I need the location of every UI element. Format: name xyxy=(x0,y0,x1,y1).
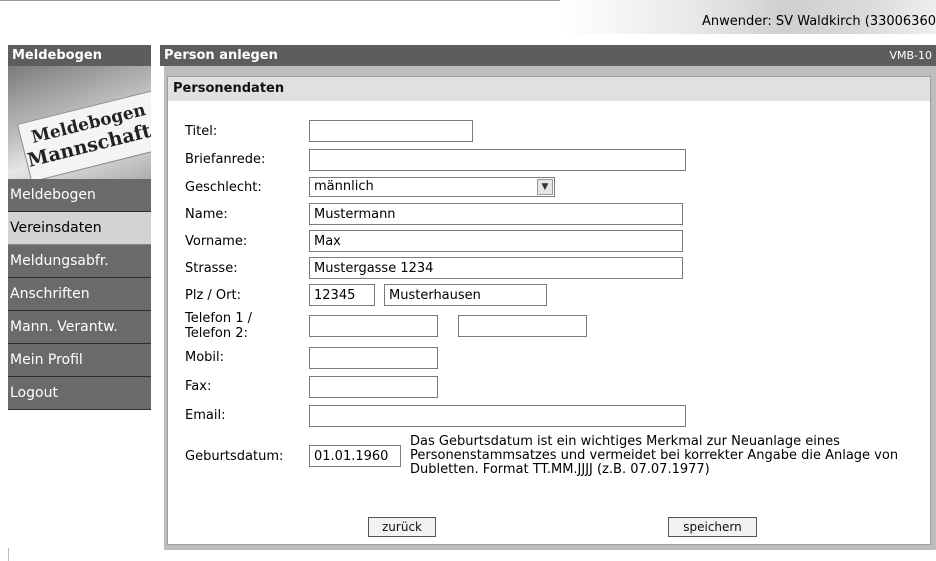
panel-header: Person anlegen VMB-10 xyxy=(160,45,936,66)
ort-input[interactable] xyxy=(384,284,547,306)
sidebar-item-anschriften[interactable]: Anschriften xyxy=(8,278,151,311)
section-title: Personendaten xyxy=(168,77,930,101)
save-button[interactable]: speichern xyxy=(668,517,757,537)
sidebar-item-mann-verantw[interactable]: Mann. Verantw. xyxy=(8,311,151,344)
strasse-label: Strasse: xyxy=(185,261,238,276)
user-label: Anwender: SV Waldkirch (33006360 xyxy=(702,14,936,29)
telefon-label: Telefon 1 / Telefon 2: xyxy=(185,311,253,341)
page-edge xyxy=(8,548,9,561)
email-label: Email: xyxy=(185,408,226,423)
back-button[interactable]: zurück xyxy=(368,517,436,537)
vorname-input[interactable] xyxy=(309,230,683,252)
main-panel: Person anlegen VMB-10 Personendaten Tite… xyxy=(160,45,936,561)
fax-label: Fax: xyxy=(185,379,212,394)
sidebar-item-vereinsdaten[interactable]: Vereinsdaten xyxy=(8,212,151,245)
titel-input[interactable] xyxy=(309,120,473,142)
geschlecht-label: Geschlecht: xyxy=(185,180,262,195)
fax-input[interactable] xyxy=(309,376,438,398)
name-input[interactable] xyxy=(309,203,683,225)
geschlecht-value: männlich xyxy=(314,179,374,194)
top-header: Anwender: SV Waldkirch (33006360 xyxy=(0,0,936,34)
strasse-input[interactable] xyxy=(309,257,683,279)
mobil-input[interactable] xyxy=(309,347,438,369)
name-label: Name: xyxy=(185,207,228,222)
sidebar-item-meldungsabfr[interactable]: Meldungsabfr. xyxy=(8,245,151,278)
email-input[interactable] xyxy=(309,405,686,427)
briefanrede-label: Briefanrede: xyxy=(185,152,266,167)
sidebar-title: Meldebogen xyxy=(8,45,151,66)
personendaten-form: Personendaten Titel: Briefanrede: Geschl… xyxy=(167,76,931,545)
sidebar-item-mein-profil[interactable]: Mein Profil xyxy=(8,344,151,377)
sidebar-item-logout[interactable]: Logout xyxy=(8,377,151,410)
telefon2-input[interactable] xyxy=(458,315,587,337)
vorname-label: Vorname: xyxy=(185,234,248,249)
telefon1-input[interactable] xyxy=(309,315,438,337)
sidebar: Meldebogen Meldebogen Mannschaft: Meldeb… xyxy=(8,45,151,561)
geburtsdatum-hint: Das Geburtsdatum ist ein wichtiges Merkm… xyxy=(410,434,899,477)
sidebar-item-meldebogen[interactable]: Meldebogen xyxy=(8,179,151,212)
sidebar-nav: Meldebogen Vereinsdaten Meldungsabfr. An… xyxy=(8,179,151,410)
chevron-down-icon[interactable]: ▼ xyxy=(537,179,553,195)
briefanrede-input[interactable] xyxy=(309,149,686,171)
titel-label: Titel: xyxy=(185,124,218,139)
plz-input[interactable] xyxy=(309,284,375,306)
geburtsdatum-label: Geburtsdatum: xyxy=(185,449,284,464)
page-title: Person anlegen xyxy=(164,48,278,63)
page-code: VMB-10 xyxy=(889,49,932,62)
geschlecht-select[interactable]: männlich ▼ xyxy=(309,177,555,197)
geburtsdatum-input[interactable] xyxy=(309,445,401,467)
plz-ort-label: Plz / Ort: xyxy=(185,288,241,303)
mobil-label: Mobil: xyxy=(185,350,225,365)
